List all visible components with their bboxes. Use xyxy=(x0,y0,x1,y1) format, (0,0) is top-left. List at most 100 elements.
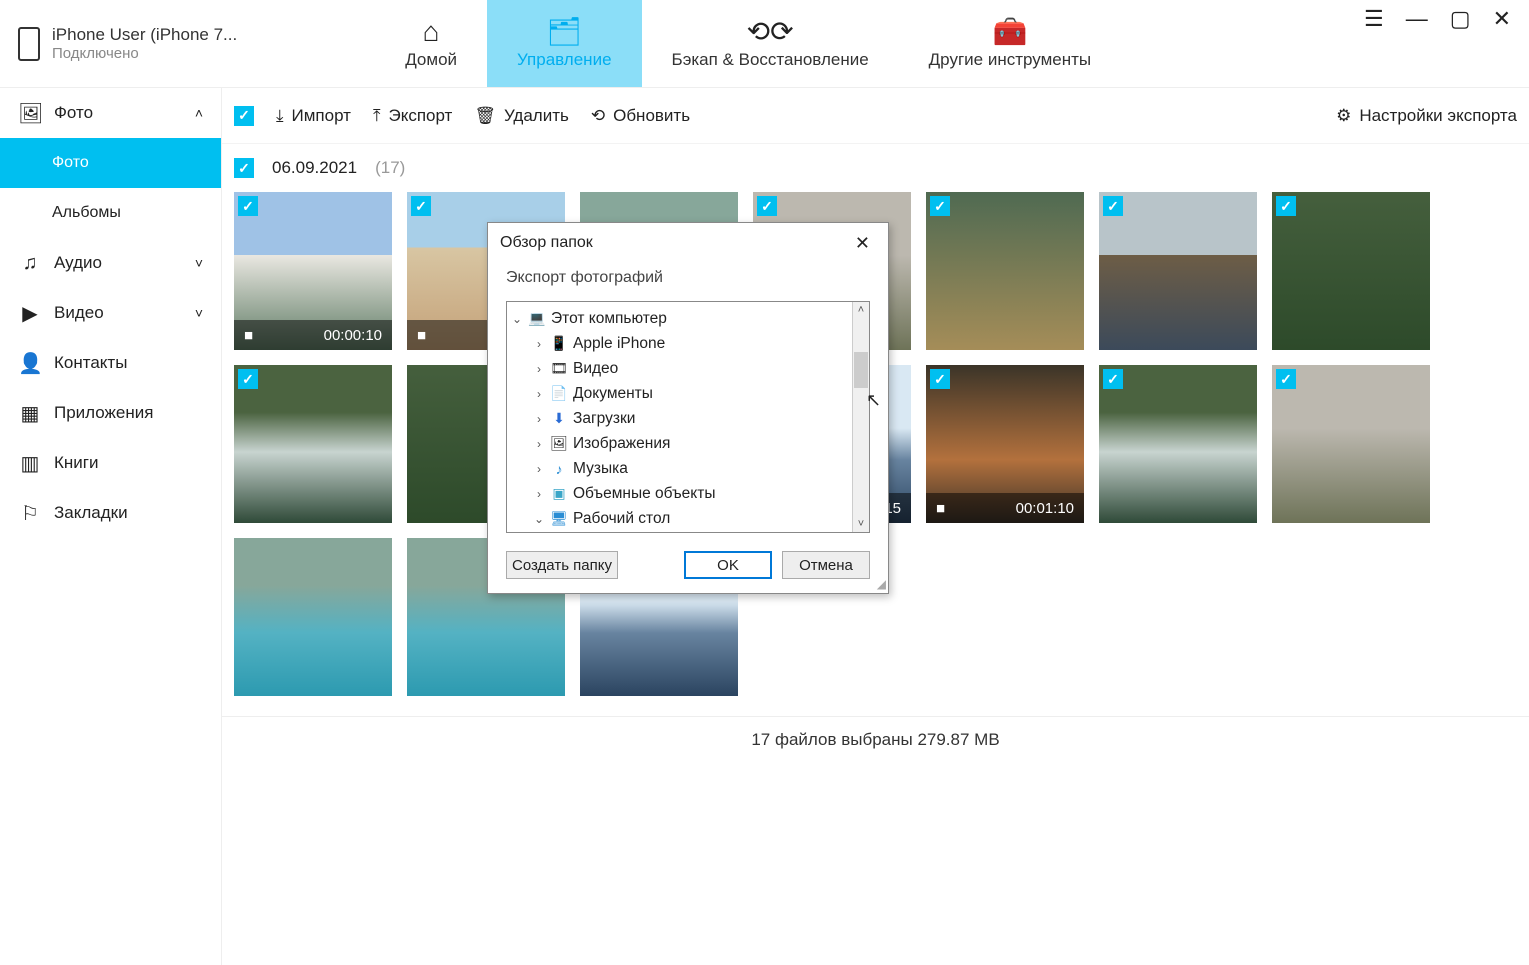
dialog-subtitle: Экспорт фотографий xyxy=(488,263,888,301)
chevron-down-icon: ˅ xyxy=(195,305,203,321)
date-label: 06.09.2021 xyxy=(272,158,357,178)
tree-music[interactable]: › ♪ Музыка xyxy=(507,456,852,481)
expand-icon[interactable]: › xyxy=(531,412,547,426)
thumb-checkbox[interactable]: ✓ xyxy=(930,196,950,216)
thumb-checkbox[interactable]: ✓ xyxy=(1276,369,1296,389)
create-folder-button[interactable]: Создать папку xyxy=(506,551,618,579)
menu-icon[interactable]: ☰ xyxy=(1364,6,1384,32)
scroll-down-icon[interactable]: ˅ xyxy=(858,516,864,532)
nav-backup[interactable]: ⟲⟳ Бэкап & Восстановление xyxy=(642,0,899,87)
ok-label: OK xyxy=(717,557,739,574)
music-icon: ♫ xyxy=(18,252,42,275)
sidebar-bookmarks[interactable]: ⚐ Закладки xyxy=(0,488,221,538)
sidebar-books-label: Книги xyxy=(54,453,98,473)
tree-3dobjects[interactable]: › ▣ Объемные объекты xyxy=(507,481,852,506)
sidebar-video-label: Видео xyxy=(54,303,104,323)
resize-grip-icon[interactable]: ◢ xyxy=(877,577,886,591)
chevron-up-icon: ˄ xyxy=(195,105,203,121)
tree-documents[interactable]: › 📄 Документы xyxy=(507,381,852,406)
thumb-checkbox[interactable]: ✓ xyxy=(757,196,777,216)
scroll-up-icon[interactable]: ˄ xyxy=(858,302,864,318)
phone-icon xyxy=(18,27,40,61)
thumb-checkbox[interactable]: ✓ xyxy=(238,369,258,389)
nav-home[interactable]: ⌂ Домой xyxy=(375,0,487,87)
sidebar-audio-label: Аудио xyxy=(54,253,102,273)
select-all-checkbox[interactable]: ✓ xyxy=(234,106,254,126)
thumbnail[interactable] xyxy=(234,538,392,696)
tree-downloads[interactable]: › ⬇ Загрузки xyxy=(507,406,852,431)
import-button[interactable]: ⤓ Импорт xyxy=(276,106,351,126)
tree-iphone[interactable]: › 📱 Apple iPhone xyxy=(507,331,852,356)
thumbnail[interactable]: ✓ xyxy=(1099,192,1257,350)
sidebar-apps[interactable]: ▦ Приложения xyxy=(0,388,221,438)
expand-icon[interactable]: › xyxy=(531,387,547,401)
nav-tools[interactable]: 🧰 Другие инструменты xyxy=(899,0,1121,87)
tree-desktop[interactable]: ⌄ 🖥 Рабочий стол xyxy=(507,506,852,531)
tree-label: Рабочий стол xyxy=(573,510,670,528)
dialog-close-button[interactable]: ✕ xyxy=(849,231,876,256)
delete-button[interactable]: 🗑 Удалить xyxy=(474,106,569,126)
collapse-icon[interactable]: ⌄ xyxy=(509,312,525,326)
sidebar: 🖼 Фото ˄ Фото Альбомы ♫ Аудио ˅ ▶ Видео … xyxy=(0,88,222,965)
sidebar-albums[interactable]: Альбомы xyxy=(0,188,221,238)
refresh-button[interactable]: ⟲ Обновить xyxy=(591,106,690,126)
expand-icon[interactable]: › xyxy=(531,462,547,476)
home-icon: ⌂ xyxy=(423,18,440,46)
export-label: Экспорт xyxy=(388,106,452,126)
expand-icon[interactable]: › xyxy=(531,337,547,351)
thumb-checkbox[interactable]: ✓ xyxy=(411,196,431,216)
folder-tree: ⌄ 💻 Этот компьютер › 📱 Apple iPhone › 🎞 … xyxy=(506,301,870,533)
picture-icon: 🖼 xyxy=(549,435,569,452)
expand-icon[interactable]: › xyxy=(531,487,547,501)
sidebar-photos[interactable]: Фото xyxy=(0,138,221,188)
thumb-checkbox[interactable]: ✓ xyxy=(1276,196,1296,216)
expand-icon[interactable]: › xyxy=(531,362,547,376)
nav-home-label: Домой xyxy=(405,50,457,70)
tree-label: Этот компьютер xyxy=(551,310,667,328)
collapse-icon[interactable]: ⌄ xyxy=(531,512,547,526)
cancel-button[interactable]: Отмена xyxy=(782,551,870,579)
close-button[interactable]: ✕ xyxy=(1493,6,1511,32)
minimize-button[interactable]: — xyxy=(1406,6,1428,32)
gear-icon: ⚙ xyxy=(1336,106,1351,126)
thumbnail[interactable]: ✓ ■00:00:10 xyxy=(234,192,392,350)
thumb-checkbox[interactable]: ✓ xyxy=(930,369,950,389)
sidebar-contacts[interactable]: 👤 Контакты xyxy=(0,338,221,388)
video-icon: ■ xyxy=(417,327,426,344)
phone-icon: 📱 xyxy=(549,335,569,352)
sidebar-books[interactable]: ▥ Книги xyxy=(0,438,221,488)
backup-icon: ⟲⟳ xyxy=(747,18,794,46)
thumbnail[interactable]: ✓ xyxy=(1272,192,1430,350)
thumbnail[interactable]: ✓ ■00:01:10 xyxy=(926,365,1084,523)
maximize-button[interactable]: ▢ xyxy=(1450,6,1471,32)
thumbnail[interactable]: ✓ xyxy=(234,365,392,523)
tree-label: Загрузки xyxy=(573,410,635,428)
book-icon: ▥ xyxy=(18,451,42,476)
tree-pictures[interactable]: › 🖼 Изображения xyxy=(507,431,852,456)
sidebar-audio[interactable]: ♫ Аудио ˅ xyxy=(0,238,221,288)
scroll-thumb[interactable] xyxy=(854,352,868,388)
thumbnail[interactable]: ✓ xyxy=(926,192,1084,350)
thumb-checkbox[interactable]: ✓ xyxy=(1103,369,1123,389)
tree-this-pc[interactable]: ⌄ 💻 Этот компьютер xyxy=(507,306,852,331)
nav-manage[interactable]: 🗂 Управление xyxy=(487,0,642,87)
tree-label: Apple iPhone xyxy=(573,335,665,353)
thumb-checkbox[interactable]: ✓ xyxy=(238,196,258,216)
tree-scrollbar[interactable]: ˄ ˅ xyxy=(852,302,869,532)
sidebar-video[interactable]: ▶ Видео ˅ xyxy=(0,288,221,338)
tree-label: Музыка xyxy=(573,460,628,478)
tree-label: Объемные объекты xyxy=(573,485,716,503)
ok-button[interactable]: OK xyxy=(684,551,772,579)
thumbnail[interactable]: ✓ xyxy=(1099,365,1257,523)
export-settings-button[interactable]: ⚙ Настройки экспорта xyxy=(1336,106,1517,126)
expand-icon[interactable]: › xyxy=(531,437,547,451)
thumbnail[interactable]: ✓ xyxy=(1272,365,1430,523)
tree-videos[interactable]: › 🎞 Видео xyxy=(507,356,852,381)
sidebar-photo[interactable]: 🖼 Фото ˄ xyxy=(0,88,221,138)
export-button[interactable]: ⤒ Экспорт xyxy=(373,106,452,126)
video-icon: ■ xyxy=(244,327,253,344)
nav-manage-label: Управление xyxy=(517,50,612,70)
thumb-checkbox[interactable]: ✓ xyxy=(1103,196,1123,216)
date-checkbox[interactable]: ✓ xyxy=(234,158,254,178)
toolbar: ✓ ⤓ Импорт ⤒ Экспорт 🗑 Удалить ⟲ Обновит… xyxy=(222,88,1529,144)
